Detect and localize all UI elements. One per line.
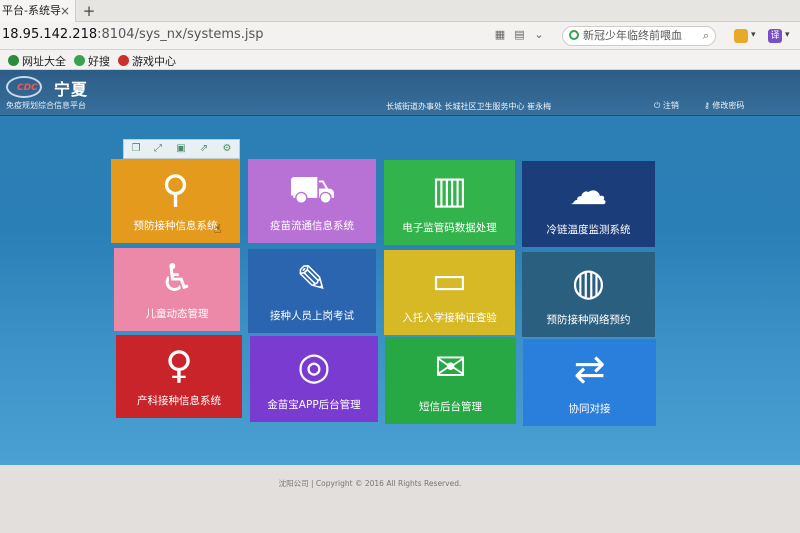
globe-monitor-icon: ◍ — [571, 260, 606, 304]
logout-button[interactable]: ⏻ 注销 — [654, 100, 679, 111]
change-password-button[interactable]: ⚷ 修改密码 — [704, 100, 744, 111]
tile-label: 产科接种信息系统 — [137, 395, 221, 407]
fullscreen-icon[interactable]: ⤢ — [150, 142, 166, 156]
system-tile[interactable]: ◍ 预防接种网络预约 — [522, 252, 655, 337]
address-actions: ▦ ▤ ⌄ — [492, 28, 552, 44]
user-info: 长城街道办事处 长城社区卫生服务中心 崔永梅 — [386, 102, 552, 111]
url-path: :8104/sys_nx/systems.jsp — [97, 27, 264, 42]
exchange-arrows-icon: ⇄ — [573, 347, 606, 391]
system-tile[interactable]: ▥ 电子监管码数据处理 — [384, 160, 515, 245]
tile-label: 入托入学接种证查验 — [402, 312, 497, 324]
bookmark-item[interactable]: 游戏中心 — [118, 53, 176, 69]
chevron-down-icon[interactable]: ▾ — [751, 30, 756, 40]
export-icon[interactable]: ⇗ — [196, 142, 212, 156]
close-icon[interactable]: × — [58, 0, 72, 22]
search-text: 新冠少年临终前喂血 — [583, 29, 682, 42]
site-body: CDC 宁夏 免疫规划综合信息平台 长城街道办事处 长城社区卫生服务中心 崔永梅… — [0, 70, 800, 465]
tile-label: 接种人员上岗考试 — [270, 310, 354, 322]
save-icon[interactable]: ▣ — [173, 142, 189, 156]
system-tile[interactable]: ✎ 接种人员上岗考试 — [248, 249, 376, 333]
chevron-down-icon[interactable]: ▾ — [785, 30, 790, 40]
url-field[interactable]: 18.95.142.218:8104/sys_nx/systems.jsp — [2, 27, 264, 42]
exam-pencil-icon: ✎ — [296, 257, 328, 301]
browser-tab-bar: 平台-系统导 × + — [0, 0, 800, 22]
system-tile[interactable]: ◎ 金苗宝APP后台管理 — [250, 336, 378, 422]
page-subtitle: 免疫规划综合信息平台 — [6, 101, 86, 110]
vaccination-icon: ⚲ — [161, 167, 190, 211]
logout-icon: ⏻ — [654, 101, 663, 110]
new-tab-button[interactable]: + — [80, 0, 98, 22]
bookmark-item[interactable]: 好搜 — [74, 53, 110, 69]
shield-extension-icon[interactable] — [734, 29, 748, 43]
tile-label: 疫苗流通信息系统 — [270, 220, 354, 232]
tab-title: 平台-系统导 — [2, 4, 61, 17]
pregnancy-book-icon: ♀ — [165, 343, 193, 387]
search-icon[interactable]: ⌕ — [703, 27, 709, 45]
reader-icon[interactable]: ▤ — [512, 28, 528, 41]
system-tile[interactable]: ✉ 短信后台管理 — [385, 337, 516, 424]
url-host: 18.95.142.218 — [2, 27, 98, 42]
chevron-down-icon[interactable]: ⌄ — [531, 28, 547, 41]
system-tile[interactable]: ♿ 儿童动态管理 — [114, 248, 240, 331]
address-bar: 18.95.142.218:8104/sys_nx/systems.jsp ▦ … — [0, 22, 800, 50]
certificate-card-icon: ▭ — [431, 258, 468, 302]
tile-label: 预防接种网络预约 — [546, 314, 631, 326]
copy-icon[interactable]: ❐ — [128, 142, 144, 156]
settings-icon[interactable]: ⚙ — [219, 142, 235, 156]
system-tile[interactable]: ▭ 入托入学接种证查验 — [384, 250, 515, 335]
site-header: CDC 宁夏 免疫规划综合信息平台 长城街道办事处 长城社区卫生服务中心 崔永梅… — [0, 70, 800, 116]
system-tile[interactable]: ♀ 产科接种信息系统 — [116, 335, 242, 418]
tile-label: 金苗宝APP后台管理 — [267, 399, 361, 411]
system-tile[interactable]: ☁ 冷链温度监测系统 — [522, 161, 655, 247]
tile-label: 儿童动态管理 — [145, 308, 209, 320]
translate-extension-icon[interactable]: 译 — [768, 29, 782, 43]
bookmark-icon — [74, 55, 85, 66]
footer: 沈阳公司 | Copyright © 2016 All Rights Reser… — [0, 465, 800, 533]
bookmark-icon — [118, 55, 129, 66]
system-tile[interactable]: ⛟ 疫苗流通信息系统 — [248, 159, 376, 243]
tile-label: 冷链温度监测系统 — [546, 224, 631, 236]
cdc-logo: CDC — [6, 76, 42, 98]
page-title: 宁夏 — [54, 80, 89, 99]
tile-label: 协同对接 — [568, 403, 611, 415]
cold-cloud-icon: ☁ — [569, 169, 608, 213]
app-box-icon: ◎ — [297, 344, 331, 388]
sms-bubble-icon: ✉ — [434, 345, 467, 389]
copyright-text: 沈阳公司 | Copyright © 2016 All Rights Reser… — [278, 479, 462, 488]
search-engine-icon — [569, 30, 579, 40]
tile-toolbar: ❐ ⤢ ▣ ⇗ ⚙ — [123, 139, 240, 159]
stroller-icon: ♿ — [159, 256, 195, 300]
mouse-cursor-icon: ☝ — [214, 222, 222, 236]
grid-icon[interactable]: ▦ — [492, 28, 508, 41]
delivery-truck-icon: ⛟ — [288, 167, 336, 211]
barcode-icon: ▥ — [431, 168, 468, 212]
tile-label: 短信后台管理 — [419, 401, 482, 413]
browser-tab[interactable]: 平台-系统导 × — [0, 0, 76, 22]
bookmark-icon — [8, 55, 19, 66]
system-tile[interactable]: ⇄ 协同对接 — [523, 339, 656, 426]
tile-label: 电子监管码数据处理 — [402, 222, 497, 234]
bookmark-item[interactable]: 网址大全 — [8, 53, 66, 69]
bookmarks-bar: 网址大全 好搜 游戏中心 — [0, 50, 800, 70]
search-input[interactable]: 新冠少年临终前喂血 ⌕ — [562, 26, 716, 46]
